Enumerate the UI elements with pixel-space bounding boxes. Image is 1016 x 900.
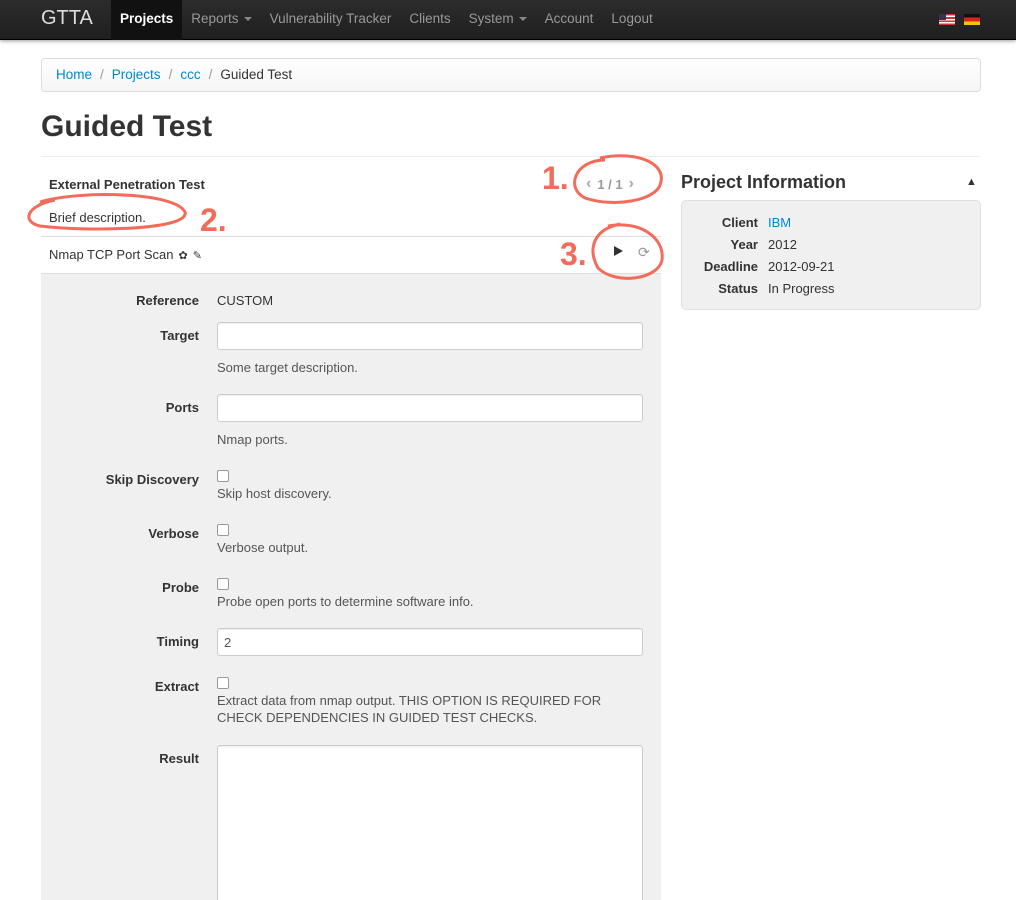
target-help: Some target description. (217, 360, 358, 375)
breadcrumb-separator: / (100, 67, 104, 82)
reference-value: CUSTOM (217, 293, 274, 308)
probe-help: Probe open ports to determine software i… (217, 594, 474, 609)
result-textarea[interactable] (217, 745, 643, 900)
target-input[interactable] (217, 322, 643, 350)
year-label: Year (730, 237, 758, 252)
nav-account[interactable]: Account (536, 0, 603, 40)
result-label: Result (159, 751, 199, 766)
ports-label: Ports (165, 400, 199, 415)
title-divider (41, 156, 981, 157)
breadcrumb-home[interactable]: Home (56, 67, 92, 82)
client-link[interactable]: IBM (768, 215, 791, 230)
probe-checkbox[interactable] (217, 578, 229, 590)
status-value: In Progress (768, 281, 835, 296)
breadcrumb-projects[interactable]: Projects (112, 67, 161, 82)
check-name: Nmap TCP Port Scan (49, 247, 174, 262)
nav-vulnerability-tracker[interactable]: Vulnerability Tracker (261, 0, 401, 40)
refresh-icon[interactable]: ⟳ (638, 244, 650, 261)
nav-system[interactable]: System (460, 0, 536, 40)
annotation-number-2: 2. (200, 202, 227, 238)
pager-counter: 1 / 1 (597, 176, 623, 192)
project-info-title: Project Information (681, 172, 847, 192)
nav-reports[interactable]: Reports (182, 0, 260, 40)
year-value: 2012 (768, 237, 797, 252)
nav-projects-label: Projects (120, 11, 174, 26)
test-description: Brief description. (49, 210, 146, 225)
reference-label: Reference (136, 293, 199, 308)
test-pager: ‹ 1 / 1 › (586, 176, 634, 192)
chevron-up-icon[interactable]: ▲ (966, 176, 977, 188)
skip-discovery-label: Skip Discovery (105, 472, 199, 487)
annotation-number-3: 3. (560, 236, 587, 272)
target-label: Target (160, 328, 199, 343)
main-nav: Projects Reports Vulnerability Tracker C… (111, 0, 662, 40)
extract-checkbox[interactable] (217, 677, 229, 689)
caret-down-icon (518, 17, 527, 22)
check-title: Nmap TCP Port Scan ✿ ✎ (49, 247, 202, 262)
annotation-number-1: 1. (542, 160, 569, 196)
nav-vulnerability-tracker-label: Vulnerability Tracker (269, 11, 392, 26)
extract-label: Extract (154, 679, 199, 694)
chevron-left-icon[interactable]: ‹ (586, 176, 591, 192)
nav-account-label: Account (544, 11, 594, 26)
nav-clients-label: Clients (409, 11, 451, 26)
deadline-label: Deadline (703, 259, 758, 274)
skip-discovery-help: Skip host discovery. (217, 486, 332, 501)
status-label: Status (718, 281, 758, 296)
page-title: Guided Test (41, 110, 213, 143)
test-name: External Penetration Test (49, 177, 205, 192)
gear-icon[interactable]: ✿ (179, 249, 188, 262)
ports-input[interactable] (217, 394, 643, 422)
top-navbar: GTTA Projects Reports Vulnerability Trac… (0, 0, 1016, 40)
verbose-label: Verbose (148, 526, 199, 541)
extract-help: Extract data from nmap output. THIS OPTI… (217, 693, 602, 725)
nav-system-label: System (468, 11, 514, 26)
nav-projects[interactable]: Projects (111, 0, 183, 40)
verbose-help: Verbose output. (217, 540, 309, 555)
edit-icon[interactable]: ✎ (193, 249, 202, 262)
breadcrumb: Home / Projects / ccc / Guided Test (41, 58, 981, 92)
skip-discovery-checkbox[interactable] (217, 470, 229, 482)
timing-label: Timing (156, 634, 199, 649)
project-info-panel: Client IBM Year 2012 Deadline 2012-09-21… (681, 200, 981, 310)
breadcrumb-current: Guided Test (220, 67, 293, 82)
nav-logout-label: Logout (611, 11, 653, 26)
breadcrumb-separator: / (168, 67, 173, 82)
deadline-value: 2012-09-21 (768, 259, 835, 274)
brand-logo[interactable]: GTTA (41, 7, 93, 30)
de-flag-icon[interactable] (964, 14, 980, 25)
timing-input[interactable] (217, 628, 643, 656)
verbose-checkbox[interactable] (217, 524, 229, 536)
us-flag-icon[interactable] (939, 14, 955, 25)
breadcrumb-project[interactable]: ccc (180, 67, 200, 82)
chevron-right-icon[interactable]: › (629, 176, 634, 192)
breadcrumb-separator: / (208, 67, 213, 82)
ports-help: Nmap ports. (217, 432, 288, 447)
nav-reports-label: Reports (191, 11, 239, 26)
nav-logout[interactable]: Logout (602, 0, 661, 40)
probe-label: Probe (162, 580, 199, 595)
caret-down-icon (243, 17, 252, 22)
client-label: Client (721, 215, 758, 230)
nav-clients[interactable]: Clients (400, 0, 459, 40)
play-icon[interactable] (614, 246, 623, 256)
